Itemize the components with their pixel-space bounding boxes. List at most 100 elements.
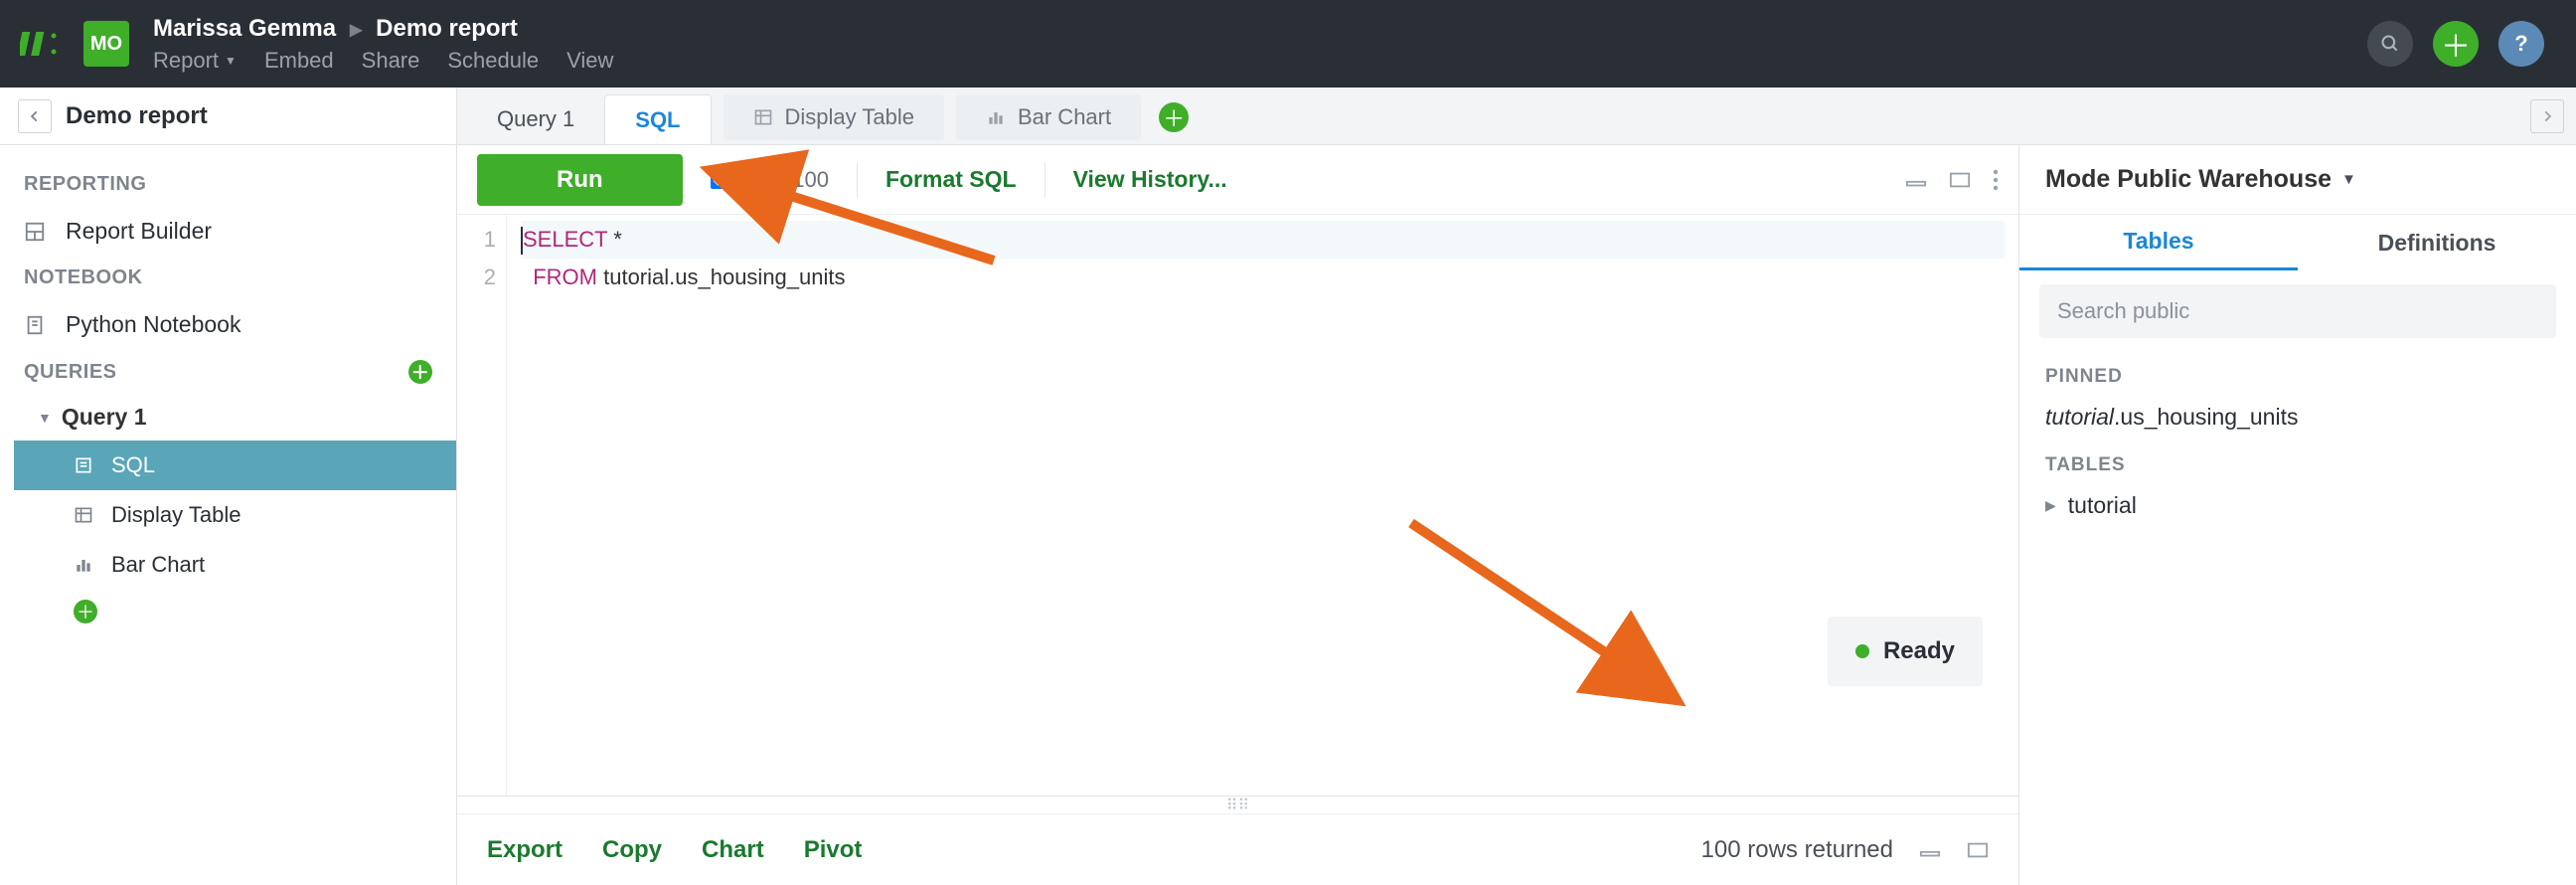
app-logo[interactable] — [20, 24, 60, 64]
schema-tab-tables[interactable]: Tables — [2019, 215, 2298, 270]
new-button[interactable]: ＋ — [2433, 21, 2479, 67]
expand-right-button[interactable] — [2530, 99, 2564, 133]
sidebar-item-report-builder[interactable]: Report Builder — [0, 206, 456, 257]
schema-tree-item[interactable]: ▶ tutorial — [2019, 482, 2576, 529]
schema-tab-definitions[interactable]: Definitions — [2298, 215, 2576, 270]
sidebar-item-python-notebook[interactable]: Python Notebook — [0, 299, 456, 350]
menu-view[interactable]: View — [566, 48, 613, 74]
minimize-icon[interactable] — [1919, 842, 1941, 858]
datasource-selector[interactable]: Mode Public Warehouse ▼ — [2019, 145, 2576, 215]
menu-report[interactable]: Report▼ — [153, 48, 237, 74]
sidebar-item-label: Report Builder — [66, 218, 212, 245]
sidebar-heading-reporting: REPORTING — [0, 163, 456, 206]
tab-strip: Query 1 SQL Display Table Bar Chart ＋ — [457, 88, 2576, 144]
view-history-button[interactable]: View History... — [1073, 166, 1227, 193]
avatar-initials: MO — [90, 33, 122, 56]
notebook-icon — [24, 314, 50, 336]
chevron-down-icon: ▼ — [225, 54, 237, 68]
menu-schedule[interactable]: Schedule — [447, 48, 539, 74]
datasource-name: Mode Public Warehouse — [2045, 165, 2332, 194]
sidebar-add-child[interactable]: ＋ — [14, 590, 456, 633]
table-icon — [753, 107, 773, 127]
search-button[interactable] — [2367, 21, 2413, 67]
schema-name: tutorial — [2068, 492, 2137, 519]
back-button[interactable] — [18, 99, 52, 133]
status-pill: Ready — [1828, 617, 1983, 686]
user-avatar[interactable]: MO — [83, 21, 129, 67]
header-crumbs: Marissa Gemma ▸ Demo report Report▼ Embe… — [153, 15, 613, 74]
sidebar-item-label: Display Table — [111, 502, 241, 528]
limit-label: Limit 100 — [740, 167, 829, 193]
status-dot-icon — [1855, 644, 1869, 658]
sidebar-query-parent[interactable]: ▼ Query 1 — [14, 394, 456, 441]
code-line: FROM tutorial.us_housing_units — [521, 259, 2005, 296]
plus-icon: ＋ — [74, 600, 97, 623]
format-sql-button[interactable]: Format SQL — [886, 166, 1017, 193]
sidebar-item-label: SQL — [111, 452, 155, 478]
pinned-heading: PINNED — [2019, 352, 2576, 394]
chart-button[interactable]: Chart — [702, 836, 764, 864]
maximize-icon[interactable] — [1949, 171, 1971, 189]
add-tab-button[interactable]: ＋ — [1159, 102, 1189, 132]
copy-button[interactable]: Copy — [602, 836, 662, 864]
subbar-left: Demo report — [0, 88, 457, 144]
tables-heading: TABLES — [2019, 441, 2576, 482]
sidebar-child-sql[interactable]: SQL — [14, 441, 456, 490]
caret-right-icon: ▶ — [2045, 497, 2056, 514]
menu-share[interactable]: Share — [362, 48, 420, 74]
main: REPORTING Report Builder NOTEBOOK Python… — [0, 145, 2576, 885]
breadcrumb-separator: ▸ — [350, 15, 362, 44]
topbar: MO Marissa Gemma ▸ Demo report Report▼ E… — [0, 0, 2576, 88]
results-bar: Export Copy Chart Pivot 100 rows returne… — [457, 813, 2018, 885]
limit-toggle[interactable]: Limit 100 — [711, 167, 829, 193]
pinned-table-item[interactable]: tutorial.us_housing_units — [2019, 394, 2576, 441]
help-button[interactable]: ? — [2498, 21, 2544, 67]
breadcrumb-user[interactable]: Marissa Gemma — [153, 15, 336, 43]
subbar-title: Demo report — [66, 102, 208, 130]
schema-search-input[interactable] — [2039, 284, 2556, 338]
sidebar-heading-queries: QUERIES ＋ — [0, 350, 456, 394]
chevron-down-icon: ▼ — [2341, 171, 2356, 188]
line-number: 2 — [463, 259, 496, 296]
tab-query[interactable]: Query 1 — [467, 94, 604, 144]
sidebar-item-label: Bar Chart — [111, 552, 205, 578]
breadcrumb-report[interactable]: Demo report — [376, 15, 518, 43]
run-button[interactable]: Run — [477, 154, 683, 206]
tab-sql[interactable]: SQL — [604, 94, 711, 144]
right-panel: Mode Public Warehouse ▼ Tables Definitio… — [2019, 145, 2576, 885]
tab-display-table[interactable]: Display Table — [724, 94, 944, 140]
maximize-icon[interactable] — [1967, 841, 1989, 859]
more-icon[interactable] — [1993, 169, 1999, 191]
sidebar: REPORTING Report Builder NOTEBOOK Python… — [0, 145, 457, 885]
subbar: Demo report Query 1 SQL Display Table Ba… — [0, 88, 2576, 145]
pivot-button[interactable]: Pivot — [804, 836, 863, 864]
divider — [857, 163, 858, 197]
center-panel: Run Limit 100 Format SQL View History...… — [457, 145, 2019, 885]
minimize-icon[interactable] — [1905, 172, 1927, 188]
tab-bar-chart[interactable]: Bar Chart — [956, 94, 1141, 140]
sql-toolbar: Run Limit 100 Format SQL View History... — [457, 145, 2018, 215]
sidebar-query-tree: ▼ Query 1 SQL Display Table Bar Chart ＋ — [0, 394, 456, 633]
editor-gutter: 1 2 — [457, 215, 507, 796]
limit-checkbox[interactable] — [711, 171, 728, 189]
sidebar-item-label: Query 1 — [62, 404, 147, 431]
editor-body[interactable]: SELECT * FROM tutorial.us_housing_units — [507, 215, 2018, 796]
sql-editor[interactable]: 1 2 SELECT * FROM tutorial.us_housing_un… — [457, 215, 2018, 796]
bar-chart-icon — [986, 107, 1006, 127]
code-line: SELECT * — [521, 221, 2005, 259]
sidebar-item-label: Python Notebook — [66, 311, 241, 338]
add-query-button[interactable]: ＋ — [408, 360, 432, 384]
status-text: Ready — [1883, 632, 1955, 670]
divider — [1045, 163, 1046, 197]
sql-icon — [74, 455, 97, 475]
sidebar-child-bar-chart[interactable]: Bar Chart — [14, 540, 456, 590]
menu-embed[interactable]: Embed — [264, 48, 334, 74]
export-button[interactable]: Export — [487, 836, 563, 864]
annotation-arrow — [1401, 513, 1640, 672]
line-number: 1 — [463, 221, 496, 259]
layout-icon — [24, 221, 50, 243]
schema-tabs: Tables Definitions — [2019, 215, 2576, 270]
sidebar-child-display-table[interactable]: Display Table — [14, 490, 456, 540]
pane-resize-handle[interactable]: ⠿⠿ — [457, 796, 2018, 813]
table-icon — [74, 505, 97, 525]
